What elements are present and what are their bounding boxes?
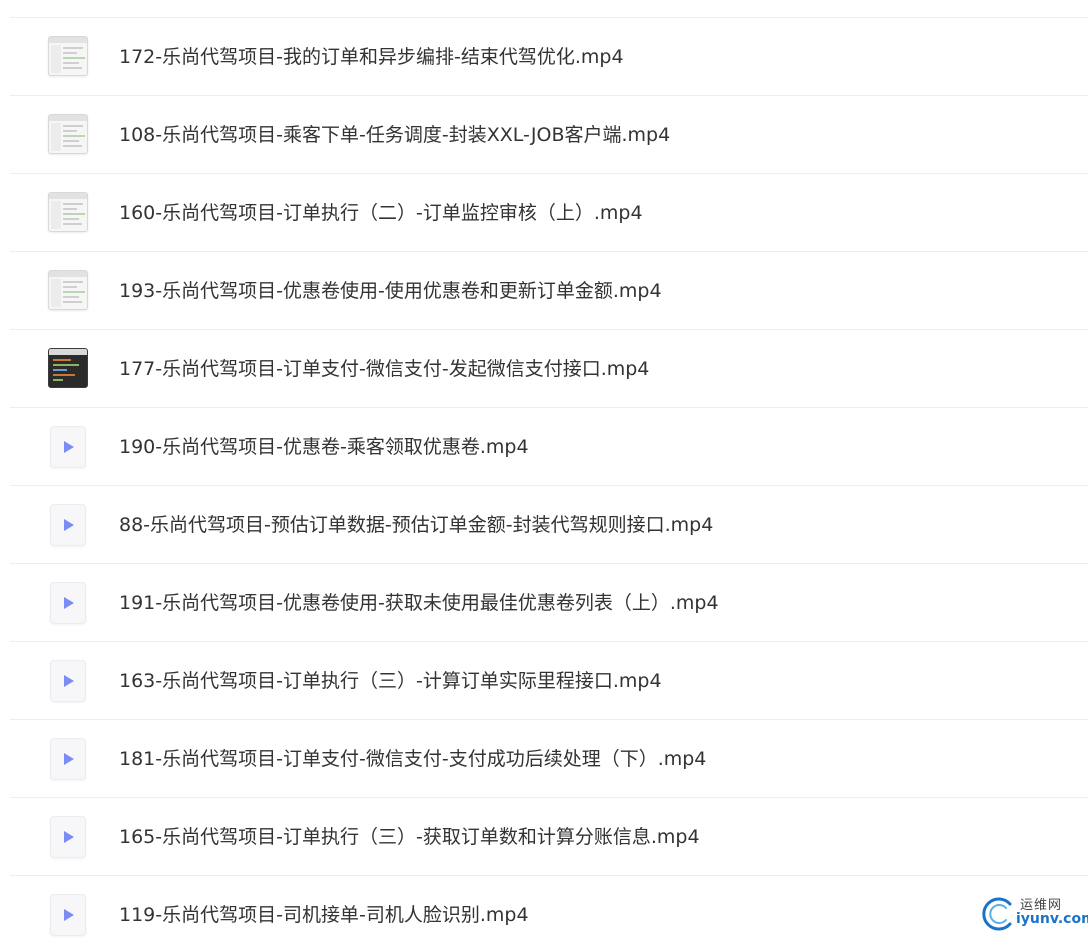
- video-file-icon: [50, 660, 86, 702]
- file-name: 193-乐尚代驾项目-优惠卷使用-使用优惠卷和更新订单金额.mp4: [119, 280, 662, 302]
- play-icon: [64, 519, 74, 531]
- file-name: 108-乐尚代驾项目-乘客下单-任务调度-封装XXL-JOB客户端.mp4: [119, 124, 671, 146]
- file-name: 172-乐尚代驾项目-我的订单和异步编排-结束代驾优化.mp4: [119, 46, 624, 68]
- file-name: 177-乐尚代驾项目-订单支付-微信支付-发起微信支付接口.mp4: [119, 358, 650, 380]
- video-file-icon: [50, 582, 86, 624]
- watermark-logo-icon: [982, 897, 1012, 931]
- file-row[interactable]: 193-乐尚代驾项目-优惠卷使用-使用优惠卷和更新订单金额.mp4: [10, 252, 1088, 330]
- play-icon: [64, 909, 74, 921]
- file-name: 163-乐尚代驾项目-订单执行（三）-计算订单实际里程接口.mp4: [119, 670, 662, 692]
- file-row[interactable]: 160-乐尚代驾项目-订单执行（二）-订单监控审核（上）.mp4: [10, 174, 1088, 252]
- file-row[interactable]: 181-乐尚代驾项目-订单支付-微信支付-支付成功后续处理（下）.mp4: [10, 720, 1088, 798]
- file-list: 172-乐尚代驾项目-我的订单和异步编排-结束代驾优化.mp4 108-乐尚代驾…: [0, 18, 1088, 938]
- file-row[interactable]: 177-乐尚代驾项目-订单支付-微信支付-发起微信支付接口.mp4: [10, 330, 1088, 408]
- watermark-domain: iyunv.com: [1016, 911, 1088, 927]
- play-icon: [64, 597, 74, 609]
- video-file-icon: [50, 894, 86, 936]
- watermark: 运维网 iyunv.com: [980, 890, 1088, 934]
- file-name: 165-乐尚代驾项目-订单执行（三）-获取订单数和计算分账信息.mp4: [119, 826, 700, 848]
- video-thumbnail-icon: [48, 348, 88, 388]
- video-file-icon: [50, 816, 86, 858]
- file-name: 88-乐尚代驾项目-预估订单数据-预估订单金额-封装代驾规则接口.mp4: [119, 514, 714, 536]
- file-row[interactable]: 119-乐尚代驾项目-司机接单-司机人脸识别.mp4: [10, 876, 1088, 938]
- video-file-icon: [50, 738, 86, 780]
- file-row[interactable]: 88-乐尚代驾项目-预估订单数据-预估订单金额-封装代驾规则接口.mp4: [10, 486, 1088, 564]
- file-row[interactable]: 190-乐尚代驾项目-优惠卷-乘客领取优惠卷.mp4: [10, 408, 1088, 486]
- file-name: 181-乐尚代驾项目-订单支付-微信支付-支付成功后续处理（下）.mp4: [119, 748, 707, 770]
- play-icon: [64, 831, 74, 843]
- video-file-icon: [50, 504, 86, 546]
- file-name: 191-乐尚代驾项目-优惠卷使用-获取未使用最佳优惠卷列表（上）.mp4: [119, 592, 719, 614]
- file-row[interactable]: 163-乐尚代驾项目-订单执行（三）-计算订单实际里程接口.mp4: [10, 642, 1088, 720]
- file-name: 160-乐尚代驾项目-订单执行（二）-订单监控审核（上）.mp4: [119, 202, 643, 224]
- file-name: 119-乐尚代驾项目-司机接单-司机人脸识别.mp4: [119, 904, 529, 926]
- video-file-icon: [50, 426, 86, 468]
- play-icon: [64, 675, 74, 687]
- play-icon: [64, 753, 74, 765]
- video-thumbnail-icon: [48, 36, 88, 76]
- video-thumbnail-icon: [48, 270, 88, 310]
- file-row[interactable]: 191-乐尚代驾项目-优惠卷使用-获取未使用最佳优惠卷列表（上）.mp4: [10, 564, 1088, 642]
- play-icon: [64, 441, 74, 453]
- video-thumbnail-icon: [48, 192, 88, 232]
- file-row[interactable]: 108-乐尚代驾项目-乘客下单-任务调度-封装XXL-JOB客户端.mp4: [10, 96, 1088, 174]
- file-row[interactable]: 172-乐尚代驾项目-我的订单和异步编排-结束代驾优化.mp4: [10, 18, 1088, 96]
- file-list-page: 172-乐尚代驾项目-我的订单和异步编排-结束代驾优化.mp4 108-乐尚代驾…: [0, 0, 1088, 938]
- file-name: 190-乐尚代驾项目-优惠卷-乘客领取优惠卷.mp4: [119, 436, 529, 458]
- file-row[interactable]: 165-乐尚代驾项目-订单执行（三）-获取订单数和计算分账信息.mp4: [10, 798, 1088, 876]
- video-thumbnail-icon: [48, 114, 88, 154]
